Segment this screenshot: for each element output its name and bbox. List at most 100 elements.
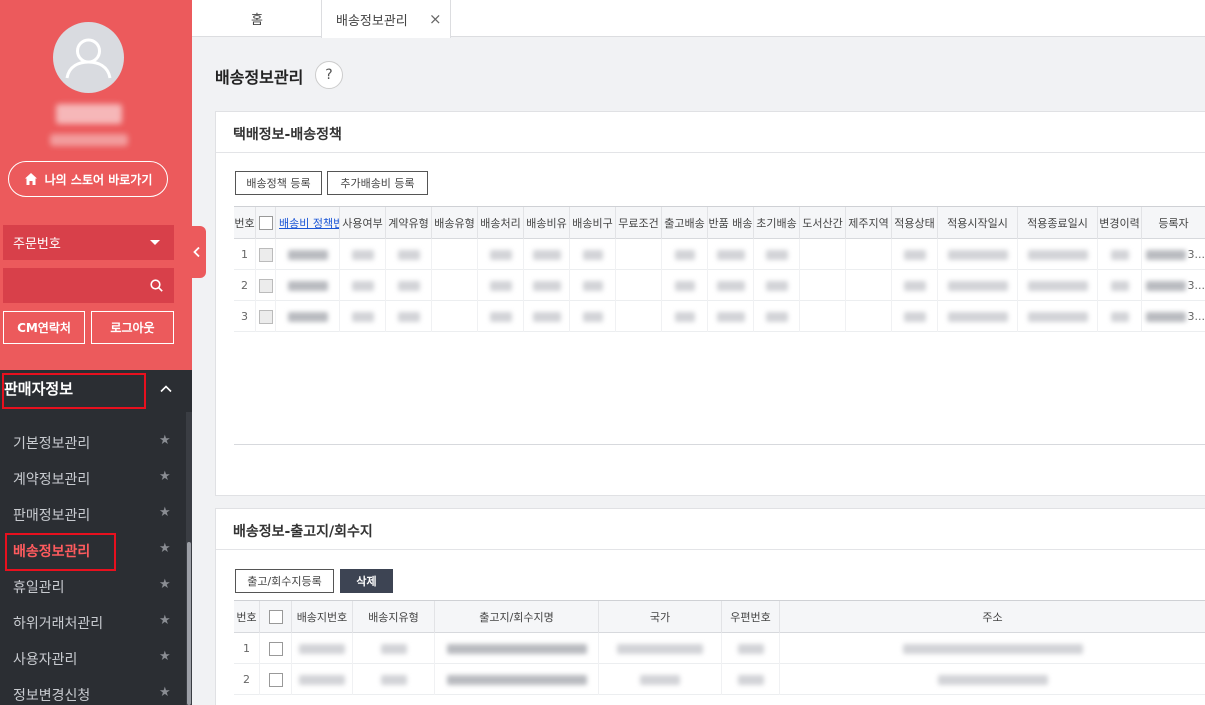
col-header[interactable]: 초기배송 bbox=[754, 207, 800, 239]
table-row[interactable]: 1 bbox=[234, 633, 1205, 664]
col-header[interactable]: 적용상태 bbox=[892, 207, 938, 239]
row-checkbox-cell[interactable] bbox=[260, 664, 292, 695]
redacted-cell bbox=[938, 270, 1018, 301]
close-icon[interactable]: × bbox=[429, 10, 442, 28]
select-all-cell[interactable] bbox=[256, 207, 276, 239]
sidebar-item-users[interactable]: 사용자관리 bbox=[13, 649, 77, 669]
col-header[interactable]: 제주지역 bbox=[846, 207, 892, 239]
col-header[interactable]: 주소 bbox=[780, 601, 1205, 633]
col-header[interactable]: 배송처리 bbox=[478, 207, 524, 239]
help-icon[interactable]: ? bbox=[315, 61, 343, 89]
row-checkbox[interactable] bbox=[268, 641, 283, 656]
col-header[interactable]: 배송비 정책번 bbox=[276, 207, 340, 239]
col-header[interactable]: 반품 배송 bbox=[708, 207, 754, 239]
register-warehouse-button[interactable]: 출고/회수지등록 bbox=[235, 569, 334, 593]
row-checkbox-cell[interactable] bbox=[260, 633, 292, 664]
col-header[interactable]: 출고지/회수지명 bbox=[435, 601, 599, 633]
redacted-cell bbox=[892, 301, 938, 332]
sidebar-item-change-request[interactable]: 정보변경신청 bbox=[13, 685, 90, 705]
redacted-value bbox=[532, 249, 561, 260]
sidebar-item-contract-info[interactable]: 계약정보관리 bbox=[13, 469, 90, 489]
registrant-cell: 3... bbox=[1142, 270, 1205, 301]
star-icon[interactable]: ★ bbox=[159, 469, 171, 484]
sidebar-collapse-button[interactable] bbox=[188, 226, 206, 278]
truncated-text: 3... bbox=[1187, 310, 1205, 323]
chevron-left-icon bbox=[193, 246, 200, 258]
col-header[interactable]: 무료조건 bbox=[616, 207, 662, 239]
sidebar-search-input[interactable] bbox=[3, 268, 174, 303]
redacted-cell bbox=[938, 239, 1018, 270]
col-header[interactable]: 배송유형 bbox=[432, 207, 478, 239]
redacted-value bbox=[532, 280, 561, 291]
col-header[interactable]: 배송비구 bbox=[570, 207, 616, 239]
row-checkbox[interactable] bbox=[258, 278, 273, 293]
sidebar-item-holiday[interactable]: 휴일관리 bbox=[13, 577, 65, 597]
redacted-cell bbox=[340, 239, 386, 270]
star-icon[interactable]: ★ bbox=[159, 505, 171, 520]
star-icon[interactable]: ★ bbox=[159, 613, 171, 628]
sidebar-item-sales-info[interactable]: 판매정보관리 bbox=[13, 505, 90, 525]
sidebar-item-sub-partner[interactable]: 하위거래처관리 bbox=[13, 613, 103, 633]
registrant-cell: 3... bbox=[1142, 301, 1205, 332]
star-icon[interactable]: ★ bbox=[159, 433, 171, 448]
star-icon[interactable]: ★ bbox=[159, 649, 171, 664]
col-header[interactable]: 등록자 bbox=[1142, 207, 1205, 239]
star-icon[interactable]: ★ bbox=[159, 541, 171, 556]
register-extra-fee-button[interactable]: 추가배송비 등록 bbox=[327, 171, 428, 195]
redacted-value bbox=[1027, 280, 1088, 291]
row-checkbox[interactable] bbox=[258, 247, 273, 262]
select-all-checkbox[interactable] bbox=[268, 610, 283, 624]
redacted-cell bbox=[386, 270, 432, 301]
col-header[interactable]: 번호 bbox=[234, 601, 260, 633]
row-checkbox[interactable] bbox=[258, 309, 273, 324]
col-header[interactable]: 적용종료일시 bbox=[1018, 207, 1098, 239]
register-policy-button[interactable]: 배송정책 등록 bbox=[235, 171, 322, 195]
col-header[interactable]: 출고배송 bbox=[662, 207, 708, 239]
row-checkbox-cell[interactable] bbox=[256, 270, 276, 301]
row-checkbox-cell[interactable] bbox=[256, 301, 276, 332]
col-header[interactable]: 우편번호 bbox=[722, 601, 780, 633]
redacted-cell bbox=[353, 664, 435, 695]
cm-contact-button[interactable]: CM연락처 bbox=[3, 311, 85, 344]
select-all-checkbox[interactable] bbox=[258, 216, 273, 230]
page-title: 배송정보관리 bbox=[215, 68, 304, 87]
table-row[interactable]: 1 3... bbox=[234, 239, 1205, 270]
col-header[interactable]: 변경이력 bbox=[1098, 207, 1142, 239]
redacted-cell bbox=[754, 301, 800, 332]
redacted-cell bbox=[708, 301, 754, 332]
chevron-up-icon[interactable] bbox=[159, 382, 173, 396]
col-header[interactable]: 배송비유 bbox=[524, 207, 570, 239]
delete-button[interactable]: 삭제 bbox=[340, 569, 393, 593]
table-row[interactable]: 2 3... bbox=[234, 270, 1205, 301]
redacted-value bbox=[351, 249, 374, 260]
row-checkbox[interactable] bbox=[268, 672, 283, 687]
sidebar-item-basic-info[interactable]: 기본정보관리 bbox=[13, 433, 90, 453]
registrant-cell: 3... bbox=[1142, 239, 1205, 270]
star-icon[interactable]: ★ bbox=[159, 577, 171, 592]
star-icon[interactable]: ★ bbox=[159, 685, 171, 700]
row-checkbox-cell[interactable] bbox=[256, 239, 276, 270]
tab-home[interactable]: 홈 bbox=[251, 0, 263, 37]
redacted-cell bbox=[524, 301, 570, 332]
redacted-cell bbox=[722, 633, 780, 664]
store-shortcut-button[interactable]: 나의 스토어 바로가기 bbox=[8, 161, 168, 197]
tab-shipping-info[interactable]: 배송정보관리 × bbox=[321, 0, 451, 38]
logout-button[interactable]: 로그아웃 bbox=[91, 311, 174, 344]
table-row[interactable]: 2 bbox=[234, 664, 1205, 695]
col-header[interactable]: 국가 bbox=[599, 601, 722, 633]
redacted-value bbox=[617, 643, 703, 654]
col-header[interactable]: 적용시작일시 bbox=[938, 207, 1018, 239]
col-header[interactable]: 계약유형 bbox=[386, 207, 432, 239]
redacted-value bbox=[765, 249, 788, 260]
sidebar-scrollbar-thumb[interactable] bbox=[187, 542, 191, 705]
col-header[interactable]: 번호 bbox=[234, 207, 256, 239]
col-header[interactable]: 사용여부 bbox=[340, 207, 386, 239]
col-header[interactable]: 배송지유형 bbox=[353, 601, 435, 633]
avatar[interactable] bbox=[53, 22, 124, 93]
col-header[interactable]: 배송지번호 bbox=[292, 601, 353, 633]
table-row[interactable]: 3 3... bbox=[234, 301, 1205, 332]
search-type-select[interactable]: 주문번호 bbox=[3, 225, 174, 260]
select-all-cell[interactable] bbox=[260, 601, 292, 633]
col-header[interactable]: 도서산간 bbox=[800, 207, 846, 239]
search-icon[interactable] bbox=[150, 279, 163, 292]
